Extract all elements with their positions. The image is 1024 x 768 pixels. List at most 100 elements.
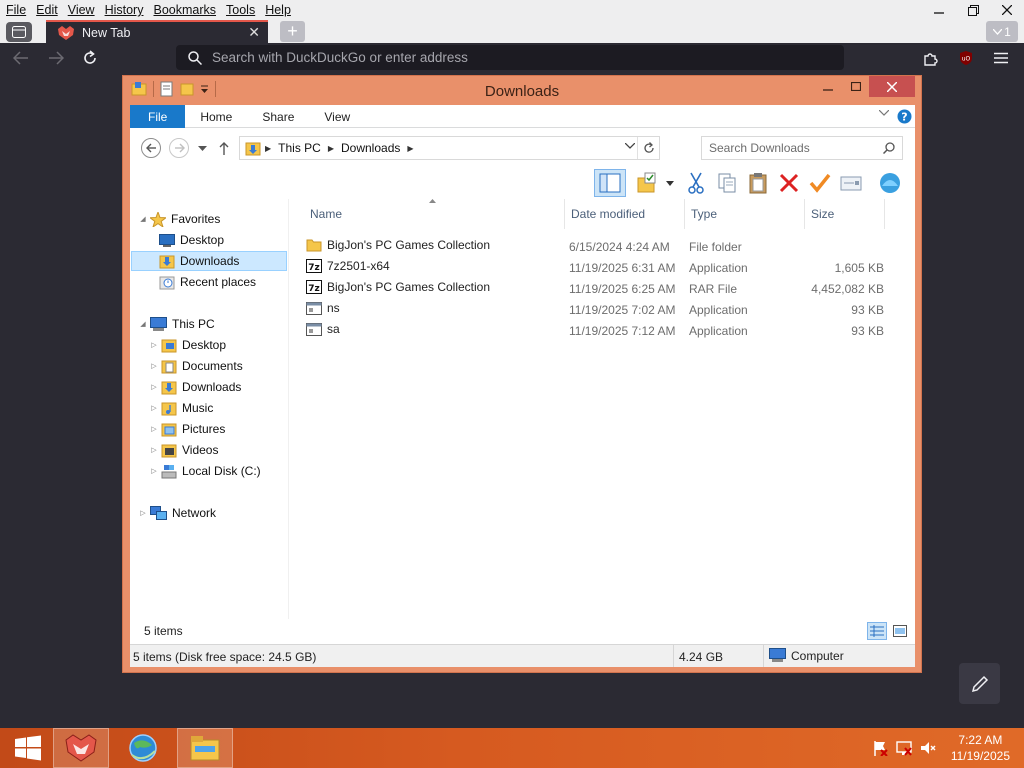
expand-ribbon-icon[interactable] (879, 110, 889, 116)
minimize-button[interactable] (922, 0, 956, 20)
menu-file[interactable]: File (0, 3, 31, 17)
menu-view[interactable]: View (63, 3, 100, 17)
restore-button[interactable] (956, 0, 990, 20)
rename-checkmark-icon[interactable] (806, 169, 834, 197)
status-size: 4.24 GB (679, 650, 724, 664)
address-bar[interactable]: ▶ This PC ▶ Downloads ▶ (239, 136, 660, 160)
globe-app-icon[interactable] (115, 728, 171, 768)
file-row[interactable]: ns 11/19/2025 7:02 AM Application 93 KB (306, 300, 886, 321)
navigation-pane-toggle-icon[interactable] (594, 169, 626, 197)
nav-favorites-downloads[interactable]: Downloads (131, 251, 287, 271)
breadcrumb-separator-icon: ▶ (407, 143, 414, 153)
nav-pc-desktop[interactable]: ▷ Desktop (149, 335, 226, 355)
nav-recent-places[interactable]: Recent places (159, 272, 256, 292)
nav-this-pc[interactable]: ◢ This PC (138, 314, 215, 334)
new-tab-button[interactable]: + (280, 21, 305, 42)
close-window-button[interactable] (990, 0, 1024, 20)
volume-muted-icon[interactable] (920, 740, 936, 756)
folder-options-icon[interactable] (633, 169, 661, 197)
paste-icon[interactable] (744, 169, 772, 197)
collapsed-triangle-icon[interactable]: ▷ (149, 467, 159, 475)
collapsed-triangle-icon[interactable]: ▷ (149, 341, 159, 349)
action-center-flag-icon[interactable] (872, 740, 888, 756)
tab-close-icon[interactable]: ✕ (248, 24, 260, 41)
explorer-close-button[interactable] (869, 76, 915, 97)
column-header-name[interactable]: Name (304, 199, 565, 229)
ublock-icon[interactable]: uO (957, 49, 975, 67)
url-input[interactable] (212, 50, 812, 65)
explorer-maximize-button[interactable] (843, 76, 869, 97)
collapsed-triangle-icon[interactable]: ▷ (149, 404, 159, 412)
tab-list-button[interactable]: 1 (986, 21, 1018, 42)
menu-help[interactable]: Help (260, 3, 296, 17)
folder-options-dropdown-icon[interactable] (666, 181, 674, 186)
edit-pencil-button[interactable] (959, 663, 1000, 704)
copy-icon[interactable] (713, 169, 741, 197)
collapsed-triangle-icon[interactable]: ▷ (149, 425, 159, 433)
help-icon[interactable]: ? (897, 109, 912, 124)
nav-local-disk[interactable]: ▷ Local Disk (C:) (149, 461, 261, 481)
search-downloads-input[interactable] (709, 141, 879, 155)
nav-favorites-desktop[interactable]: Desktop (159, 230, 224, 250)
menu-bookmarks[interactable]: Bookmarks (148, 3, 221, 17)
breadcrumb-this-pc[interactable]: This PC (278, 141, 321, 155)
ribbon-tab-share[interactable]: Share (247, 105, 309, 128)
nav-pc-documents[interactable]: ▷ Documents (149, 356, 243, 376)
tab-view-icon[interactable] (6, 22, 32, 42)
expanded-triangle-icon[interactable]: ◢ (138, 215, 148, 223)
recent-locations-icon[interactable] (198, 146, 207, 151)
breadcrumb-separator-icon: ▶ (327, 143, 334, 153)
column-header-size[interactable]: Size (805, 199, 885, 229)
details-view-icon[interactable] (867, 622, 887, 640)
hamburger-menu-icon[interactable] (992, 49, 1010, 67)
file-row[interactable]: 7z 7z2501-x64 11/19/2025 6:31 AM Applicat… (306, 258, 886, 279)
collapsed-triangle-icon[interactable]: ▷ (149, 362, 159, 370)
menu-edit[interactable]: Edit (31, 3, 63, 17)
url-bar[interactable] (176, 45, 844, 70)
expanded-triangle-icon[interactable]: ◢ (138, 320, 148, 328)
forward-arrow-icon[interactable] (47, 49, 65, 67)
breadcrumb-downloads[interactable]: Downloads (341, 141, 400, 155)
back-arrow-icon[interactable] (12, 49, 30, 67)
taskbar-clock[interactable]: 7:22 AM 11/19/2025 (951, 732, 1010, 764)
large-icons-view-icon[interactable] (890, 622, 910, 640)
refresh-icon[interactable] (637, 137, 659, 159)
nav-pc-videos[interactable]: ▷ Videos (149, 440, 218, 460)
network-status-icon[interactable] (896, 740, 912, 756)
nav-pc-downloads[interactable]: ▷ Downloads (149, 377, 241, 397)
collapsed-triangle-icon[interactable]: ▷ (149, 383, 159, 391)
column-header-date-modified[interactable]: Date modified (565, 199, 685, 229)
address-dropdown-icon[interactable] (625, 143, 635, 149)
nav-favorites[interactable]: ◢ Favorites (138, 209, 220, 229)
tab-new-tab[interactable]: New Tab ✕ (46, 20, 268, 43)
delete-icon[interactable] (775, 169, 803, 197)
nav-network[interactable]: ▷ Network (138, 503, 216, 523)
ribbon-tab-file[interactable]: File (130, 105, 186, 128)
file-row[interactable]: 7z BigJon's PC Games Collection 11/19/202… (306, 279, 886, 300)
properties-dialog-icon[interactable] (837, 169, 865, 197)
explorer-forward-button[interactable] (169, 138, 189, 158)
up-arrow-icon[interactable] (219, 142, 229, 155)
column-header-type[interactable]: Type (685, 199, 805, 229)
file-explorer-taskbar-icon[interactable] (177, 728, 233, 768)
explorer-back-button[interactable] (141, 138, 161, 158)
search-box[interactable] (701, 136, 903, 160)
extensions-icon[interactable] (922, 49, 940, 67)
nav-pc-pictures[interactable]: ▷ Pictures (149, 419, 225, 439)
classic-shell-icon[interactable] (876, 169, 904, 197)
menu-history[interactable]: History (100, 3, 149, 17)
file-row[interactable]: BigJon's PC Games Collection 6/15/2024 4… (306, 237, 886, 258)
cut-icon[interactable] (682, 169, 710, 197)
explorer-minimize-button[interactable] (815, 76, 841, 97)
menu-tools[interactable]: Tools (221, 3, 260, 17)
explorer-title-bar[interactable]: Downloads (123, 76, 921, 105)
browser-taskbar-icon[interactable] (53, 728, 109, 768)
windows-start-icon[interactable] (0, 728, 56, 768)
ribbon-tab-view[interactable]: View (309, 105, 365, 128)
reload-icon[interactable] (81, 49, 99, 67)
collapsed-triangle-icon[interactable]: ▷ (138, 509, 148, 517)
file-row[interactable]: sa 11/19/2025 7:12 AM Application 93 KB (306, 321, 886, 342)
nav-pc-music[interactable]: ▷ Music (149, 398, 213, 418)
ribbon-tab-home[interactable]: Home (185, 105, 247, 128)
collapsed-triangle-icon[interactable]: ▷ (149, 446, 159, 454)
